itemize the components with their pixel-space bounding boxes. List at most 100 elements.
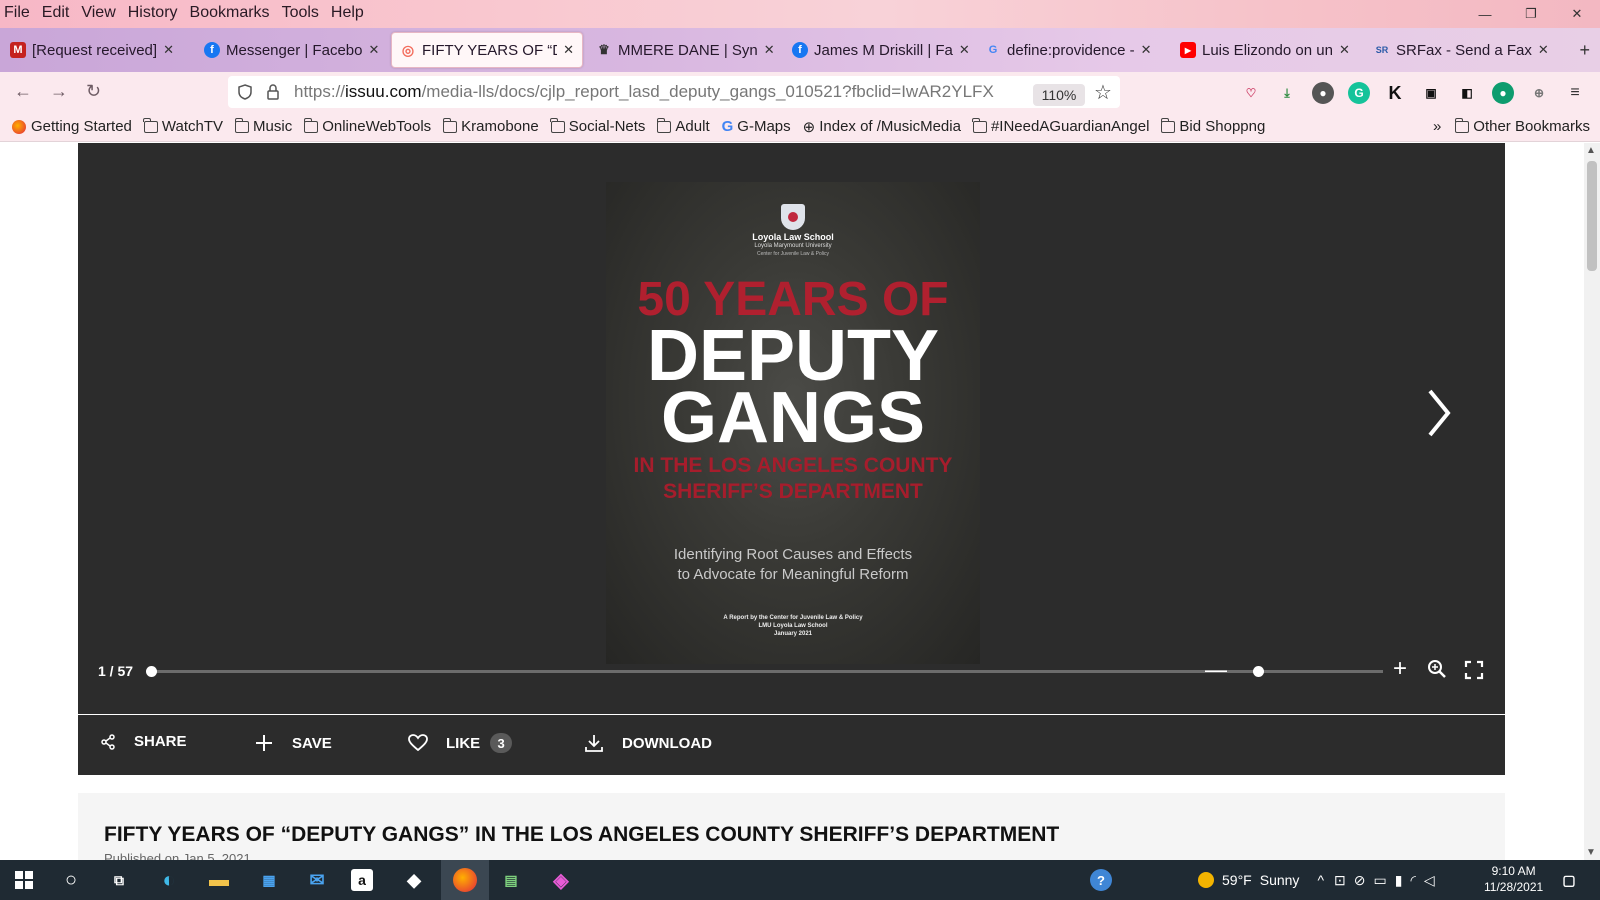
other-bookmarks[interactable]: Other Bookmarks bbox=[1454, 117, 1590, 135]
bookmark-music[interactable]: Music bbox=[234, 117, 292, 135]
bookmark-g-maps[interactable]: G G-Maps bbox=[722, 118, 791, 135]
close-tab-icon[interactable]: ✕ bbox=[163, 42, 174, 58]
task-view-icon[interactable]: ⧉ bbox=[105, 866, 133, 894]
download-arrow-icon[interactable]: ⤓ bbox=[1276, 82, 1298, 104]
notifications-icon[interactable]: ▢ bbox=[1555, 866, 1583, 894]
droplet-app-icon[interactable]: ◈ bbox=[547, 866, 575, 894]
close-tab-icon[interactable]: ✕ bbox=[959, 42, 970, 58]
menu-history[interactable]: History bbox=[128, 3, 178, 23]
document-cover[interactable]: Loyola Law School Loyola Marymount Unive… bbox=[606, 182, 980, 664]
save-button[interactable]: SAVE bbox=[254, 733, 332, 753]
bookmark-social-nets[interactable]: Social-Nets bbox=[550, 117, 645, 135]
tab-define-providence[interactable]: G define:providence - ✕ bbox=[985, 32, 1152, 68]
next-page-chevron-icon[interactable] bbox=[1418, 383, 1458, 443]
zoom-out-icon[interactable]: — bbox=[1205, 657, 1227, 683]
tab-fifty-years-active[interactable]: ◎ FIFTY YEARS OF “DE ✕ bbox=[391, 32, 583, 68]
wifi-icon[interactable]: ◜ bbox=[1410, 872, 1415, 889]
tab-request-received[interactable]: M [Request received] ✕ bbox=[10, 32, 174, 68]
zoom-in-icon[interactable]: + bbox=[1393, 655, 1407, 683]
lock-icon[interactable] bbox=[264, 83, 282, 101]
dropbox-icon[interactable]: ◆ bbox=[400, 866, 428, 894]
menu-help[interactable]: Help bbox=[331, 3, 364, 23]
display-icon[interactable]: ▭ bbox=[1373, 872, 1386, 889]
bookmark-index-musicmedia[interactable]: ⊕ Index of /MusicMedia bbox=[803, 118, 961, 136]
download-button[interactable]: DOWNLOAD bbox=[584, 733, 712, 753]
store-icon[interactable]: ▦ bbox=[255, 866, 283, 894]
forward-icon[interactable]: → bbox=[50, 81, 68, 102]
circle-extension-icon[interactable]: ● bbox=[1492, 82, 1514, 104]
weather-temp[interactable]: 59°F bbox=[1222, 872, 1252, 888]
system-clock[interactable]: 9:10 AM 11/28/2021 bbox=[1484, 863, 1543, 895]
menu-tools[interactable]: Tools bbox=[282, 3, 319, 23]
k-extension-icon[interactable]: K bbox=[1384, 82, 1406, 104]
shield-icon[interactable] bbox=[236, 83, 254, 101]
extension-icon[interactable]: ● bbox=[1312, 82, 1334, 104]
zoom-slider[interactable] bbox=[1233, 666, 1383, 677]
windows-start-icon[interactable] bbox=[10, 866, 38, 894]
edge-icon[interactable]: ◐ bbox=[155, 866, 183, 894]
screen-icon[interactable]: ▣ bbox=[1420, 82, 1442, 104]
amazon-icon[interactable]: a bbox=[351, 869, 373, 891]
bookmark-bid-shoppng[interactable]: Bid Shoppng bbox=[1160, 117, 1265, 135]
close-tab-icon[interactable]: ✕ bbox=[1339, 42, 1350, 58]
bookmark-adult[interactable]: Adult bbox=[656, 117, 710, 135]
page-scrollbar[interactable]: ▲ ▼ bbox=[1584, 143, 1600, 860]
scroll-down-icon[interactable]: ▼ bbox=[1586, 847, 1596, 858]
menu-view[interactable]: View bbox=[81, 3, 115, 23]
close-tab-icon[interactable]: ✕ bbox=[764, 42, 775, 58]
weather-desc[interactable]: Sunny bbox=[1260, 872, 1300, 888]
new-tab-icon[interactable]: + bbox=[1579, 40, 1590, 61]
audio-icon[interactable]: ◧ bbox=[1456, 82, 1478, 104]
tray-chevron-icon[interactable]: ^ bbox=[1317, 872, 1324, 888]
bookmark-ineedaguardianangel[interactable]: #INeedAGuardianAngel bbox=[972, 117, 1149, 135]
zoom-indicator[interactable]: 110% bbox=[1033, 84, 1085, 106]
firefox-taskbar-icon[interactable] bbox=[441, 860, 489, 900]
restore-icon[interactable]: ❐ bbox=[1508, 0, 1554, 28]
like-button[interactable]: LIKE 3 bbox=[408, 733, 513, 753]
search-circle-icon[interactable]: ○ bbox=[57, 866, 85, 894]
close-tab-icon[interactable]: ✕ bbox=[563, 42, 574, 58]
bookmark-kramobone[interactable]: Kramobone bbox=[442, 117, 539, 135]
magnifier-zoom-icon[interactable] bbox=[1427, 659, 1447, 679]
menu-file[interactable]: File bbox=[4, 3, 30, 23]
network-off-icon[interactable]: ⊘ bbox=[1354, 872, 1366, 889]
close-tab-icon[interactable]: ✕ bbox=[1141, 42, 1152, 58]
page-progress-handle[interactable] bbox=[146, 666, 157, 677]
url-text[interactable]: https://issuu.com/media-lls/docs/cjlp_re… bbox=[294, 82, 1014, 102]
mail-icon[interactable]: ✉ bbox=[303, 866, 331, 894]
zoom-slider-handle[interactable] bbox=[1252, 666, 1264, 677]
crosshair-icon[interactable]: ⊕ bbox=[1528, 82, 1550, 104]
app-switcher-icon[interactable]: ▤ bbox=[497, 866, 525, 894]
bookmark-getting-started[interactable]: Getting Started bbox=[12, 118, 132, 135]
battery-icon[interactable]: ▮ bbox=[1395, 872, 1403, 889]
close-window-icon[interactable]: ✕ bbox=[1554, 0, 1600, 28]
share-button[interactable]: SHARE bbox=[100, 733, 187, 750]
volume-icon[interactable]: ◁ bbox=[1424, 872, 1435, 889]
pocket-icon[interactable]: ♡ bbox=[1240, 82, 1262, 104]
back-icon[interactable]: ← bbox=[14, 81, 32, 102]
tab-james-driskill[interactable]: f James M Driskill | Fa ✕ bbox=[792, 32, 970, 68]
bookmarks-overflow-icon[interactable]: » bbox=[1433, 118, 1441, 135]
tab-luis-elizondo[interactable]: ▶ Luis Elizondo on un ✕ bbox=[1180, 32, 1350, 68]
fullscreen-icon[interactable] bbox=[1464, 660, 1484, 680]
help-icon[interactable]: ? bbox=[1090, 869, 1112, 891]
hamburger-menu-icon[interactable]: ≡ bbox=[1564, 82, 1586, 104]
tab-mmere-dane[interactable]: ♛ MMERE DANE | Syn ✕ bbox=[596, 32, 775, 68]
reload-icon[interactable]: ↻ bbox=[86, 81, 101, 102]
menu-bookmarks[interactable]: Bookmarks bbox=[190, 3, 270, 23]
camera-icon[interactable]: ⊡ bbox=[1334, 872, 1346, 889]
tab-messenger[interactable]: f Messenger | Facebo ✕ bbox=[204, 32, 379, 68]
page-progress-slider[interactable] bbox=[146, 666, 1263, 677]
tab-srfax[interactable]: SR SRFax - Send a Fax ✕ bbox=[1374, 32, 1549, 68]
scrollbar-thumb[interactable] bbox=[1587, 161, 1597, 271]
bookmark-onlinewebtools[interactable]: OnlineWebTools bbox=[303, 117, 431, 135]
file-explorer-icon[interactable]: ▬ bbox=[205, 866, 233, 894]
close-tab-icon[interactable]: ✕ bbox=[1538, 42, 1549, 58]
minimize-icon[interactable]: — bbox=[1462, 0, 1508, 28]
grammarly-icon[interactable]: G bbox=[1348, 82, 1370, 104]
scroll-up-icon[interactable]: ▲ bbox=[1586, 145, 1596, 156]
bookmark-star-icon[interactable]: ☆ bbox=[1094, 80, 1112, 105]
close-tab-icon[interactable]: ✕ bbox=[368, 42, 379, 58]
menu-edit[interactable]: Edit bbox=[42, 3, 70, 23]
bookmark-watchtv[interactable]: WatchTV bbox=[143, 117, 223, 135]
